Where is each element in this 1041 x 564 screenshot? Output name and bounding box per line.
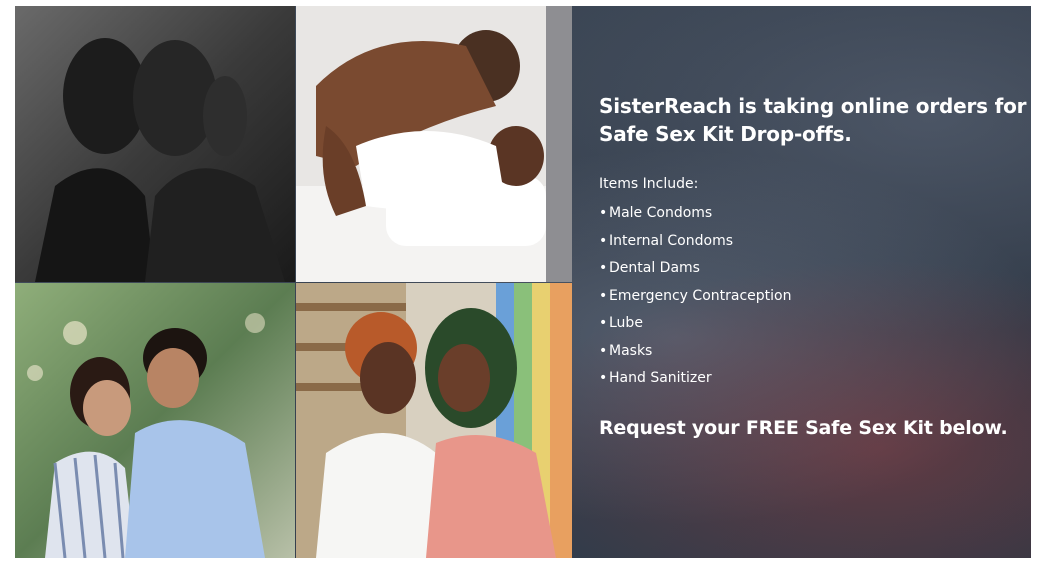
list-item-label: Emergency Contraception xyxy=(609,287,792,304)
list-item-label: Masks xyxy=(609,342,653,359)
list-item: • Masks xyxy=(599,338,1029,366)
info-panel: SisterReach is taking online orders for … xyxy=(599,92,1029,441)
bullet: • xyxy=(599,232,608,249)
list-item-label: Male Condoms xyxy=(609,205,713,221)
items-title: Items Include: xyxy=(599,176,699,192)
list-item: • Hand Sanitizer xyxy=(599,365,1029,393)
list-item-label: Internal Condoms xyxy=(609,232,734,249)
bullet: • xyxy=(599,287,608,304)
list-item: • Emergency Contraception xyxy=(599,283,1029,311)
list-item-label: Dental Dams xyxy=(609,260,700,276)
bullet: • xyxy=(599,205,608,221)
headline: SisterReach is taking online orders for … xyxy=(599,94,1027,146)
couple-photo-1 xyxy=(15,6,295,282)
list-item-label: Hand Sanitizer xyxy=(609,370,712,386)
couple-photo-2 xyxy=(296,6,572,282)
bullet: • xyxy=(599,260,608,276)
list-item: • Male Condoms xyxy=(599,200,1029,228)
couple-photo-3 xyxy=(15,283,295,558)
list-item: • Internal Condoms xyxy=(599,228,1029,256)
bullet: • xyxy=(599,315,608,331)
list-item: • Dental Dams xyxy=(599,255,1029,283)
list-item-label: Lube xyxy=(609,315,643,331)
call-to-action: Request your FREE Safe Sex Kit below. xyxy=(599,416,1008,439)
page-frame: SisterReach is taking online orders for … xyxy=(0,0,1041,564)
list-item: • Lube xyxy=(599,310,1029,338)
items-list: • Male Condoms • Internal Condoms • Dental … xyxy=(599,200,1029,393)
promo-banner: SisterReach is taking online orders for … xyxy=(15,6,1031,558)
bullet: • xyxy=(599,370,608,386)
bullet: • xyxy=(599,342,608,359)
couple-photo-4 xyxy=(296,283,572,558)
